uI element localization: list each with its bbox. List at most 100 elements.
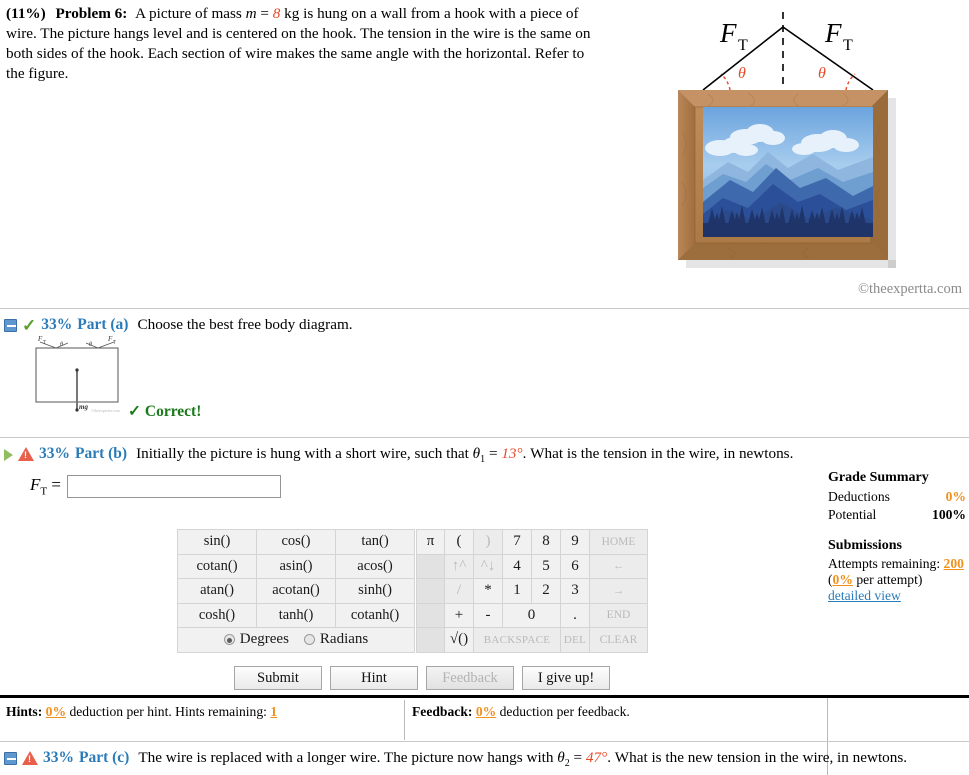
function-keypad: sin() cos() tan() cotan() asin() acos() … — [177, 529, 415, 653]
answer-label-main: F — [30, 475, 41, 495]
hint-button[interactable]: Hint — [330, 666, 418, 690]
problem-figure: F T F T θ θ ©theexpertta.com — [668, 2, 968, 302]
part-c-label: Part (c) — [79, 749, 130, 766]
key-tan[interactable]: tan() — [335, 529, 415, 555]
key-asin[interactable]: asin() — [256, 553, 336, 579]
key-4[interactable]: 4 — [502, 553, 532, 579]
answer-input[interactable] — [66, 475, 281, 498]
key-5[interactable]: 5 — [531, 553, 561, 579]
key-clear[interactable]: CLEAR — [589, 627, 648, 653]
hints-feedback-bar: Hints: 0% deduction per hint. Hints rema… — [0, 698, 828, 735]
grade-summary-panel: Grade Summary Deductions 0% Potential 10… — [828, 470, 966, 604]
radio-radians-label[interactable]: Radians — [320, 631, 368, 648]
key-lparen[interactable]: ( — [444, 529, 474, 555]
figure-svg: F T F T θ θ — [678, 12, 896, 268]
key-blank — [416, 578, 445, 604]
key-acos[interactable]: acos() — [335, 553, 415, 579]
key-6[interactable]: 6 — [560, 553, 590, 579]
submissions-title: Submissions — [828, 538, 902, 554]
part-a-percent: 33% — [41, 316, 73, 333]
answer-label-equals: = — [51, 475, 61, 495]
part-a-header[interactable]: ✓ 33% Part (a) Choose the best free body… — [4, 316, 704, 334]
key-arrow-left[interactable]: ← — [589, 553, 648, 579]
theta-label-right: θ — [818, 65, 826, 82]
part-b-header[interactable]: 33% Part (b) Initially the picture is hu… — [4, 445, 864, 465]
collapse-box-icon[interactable] — [4, 319, 17, 332]
red-warning-icon — [18, 447, 34, 461]
action-buttons: Submit Hint Feedback I give up! — [234, 666, 610, 690]
radio-degrees[interactable] — [223, 634, 235, 646]
key-sqrt[interactable]: √() — [444, 627, 474, 653]
key-3[interactable]: 3 — [560, 578, 590, 604]
key-blank — [416, 602, 445, 628]
key-decimal[interactable]: . — [560, 602, 590, 628]
key-rparen[interactable]: ) — [473, 529, 503, 555]
part-b-percent: 33% — [39, 445, 70, 462]
feedback-text: deduction per feedback. — [499, 704, 630, 719]
detailed-view-link[interactable]: detailed view — [828, 588, 966, 604]
expand-triangle-icon[interactable] — [4, 449, 13, 461]
key-cosh[interactable]: cosh() — [177, 602, 257, 628]
key-2[interactable]: 2 — [531, 578, 561, 604]
radio-radians[interactable] — [303, 634, 315, 646]
radio-degrees-label[interactable]: Degrees — [240, 631, 289, 648]
problem-statement: (11%) Problem 6: A picture of mass m = 8… — [6, 4, 606, 84]
key-arrow-right[interactable]: → — [589, 578, 648, 604]
part-b-label: Part (b) — [75, 445, 128, 462]
key-end[interactable]: END — [589, 602, 648, 628]
feedback-label: Feedback: — [412, 704, 473, 719]
part-c-theta-eq: = — [569, 749, 586, 766]
key-plus[interactable]: + — [444, 602, 474, 628]
key-blank — [416, 553, 445, 579]
deductions-row: Deductions 0% — [828, 488, 966, 506]
key-power-down[interactable]: ^↓ — [473, 553, 503, 579]
key-cotanh[interactable]: cotanh() — [335, 602, 415, 628]
key-blank — [416, 627, 445, 653]
key-9[interactable]: 9 — [560, 529, 590, 555]
key-8[interactable]: 8 — [531, 529, 561, 555]
problem-text-part1: A picture of mass — [135, 5, 246, 22]
part-a-text: Choose the best free body diagram. — [137, 316, 353, 333]
key-cos[interactable]: cos() — [256, 529, 336, 555]
part-b-text-post: . What is the tension in the wire, in ne… — [522, 445, 794, 462]
key-sin[interactable]: sin() — [177, 529, 257, 555]
key-pi[interactable]: π — [416, 529, 445, 555]
panel-spacer — [828, 524, 966, 538]
key-divide[interactable]: / — [444, 578, 474, 604]
key-home[interactable]: HOME — [589, 529, 648, 555]
key-1[interactable]: 1 — [502, 578, 532, 604]
submit-button[interactable]: Submit — [234, 666, 322, 690]
equals-sign: = — [256, 5, 273, 22]
attempts-label: Attempts remaining: — [828, 556, 941, 572]
part-a-status-text: Correct! — [144, 403, 202, 420]
key-minus[interactable]: - — [473, 602, 503, 628]
keypad-num-row: + - 0 . END — [416, 602, 648, 628]
part-c-text-post: . What is the new tension in the wire, i… — [607, 749, 908, 766]
part-c-header[interactable]: 33% Part (c) The wire is replaced with a… — [4, 749, 964, 769]
key-del[interactable]: DEL — [560, 627, 590, 653]
check-glyph: ✓ — [128, 403, 141, 420]
give-up-button[interactable]: I give up! — [522, 666, 610, 690]
mass-variable: m — [245, 5, 257, 22]
problem-page: (11%) Problem 6: A picture of mass m = 8… — [0, 0, 969, 775]
key-power-up[interactable]: ↑^ — [444, 553, 474, 579]
key-cotan[interactable]: cotan() — [177, 553, 257, 579]
key-backspace[interactable]: BACKSPACE — [473, 627, 561, 653]
math-keypad: sin() cos() tan() cotan() asin() acos() … — [177, 529, 648, 653]
collapse-box-icon[interactable] — [4, 752, 17, 765]
key-7[interactable]: 7 — [502, 529, 532, 555]
numeric-keypad: π ( ) 7 8 9 HOME ↑^ ^↓ 4 5 6 ← / * 1 2 3… — [416, 529, 648, 653]
key-multiply[interactable]: * — [473, 578, 503, 604]
key-atan[interactable]: atan() — [177, 578, 257, 604]
attempts-value: 200 — [943, 556, 964, 572]
key-tanh[interactable]: tanh() — [256, 602, 336, 628]
key-acotan[interactable]: acotan() — [256, 578, 336, 604]
key-0[interactable]: 0 — [502, 602, 561, 628]
key-sinh[interactable]: sinh() — [335, 578, 415, 604]
part-a-label: Part (a) — [77, 316, 129, 333]
keypad-num-row: / * 1 2 3 → — [416, 578, 648, 604]
angle-mode-cell: Degrees Radians — [177, 627, 415, 653]
keypad-angle-mode-row: Degrees Radians — [177, 627, 415, 653]
tension-label-right: F — [824, 18, 842, 48]
part-b-theta-eq: = — [485, 445, 502, 462]
